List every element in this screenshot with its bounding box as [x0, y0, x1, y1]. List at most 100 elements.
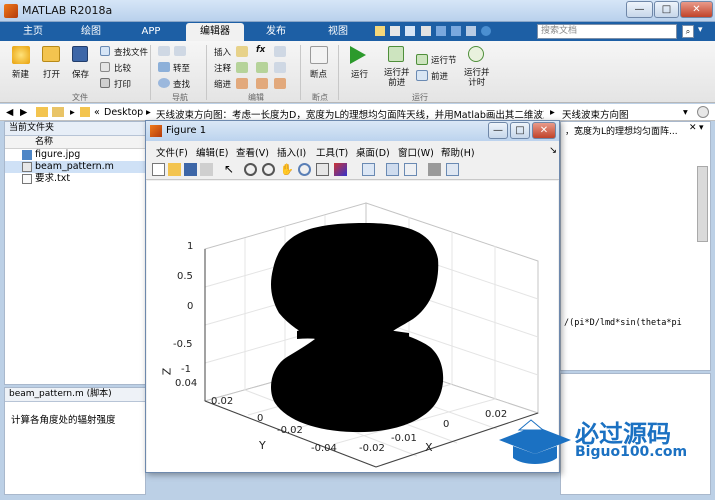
open-button[interactable]: 打开	[43, 68, 60, 80]
open-file-icon[interactable]	[168, 163, 181, 176]
show-plot-tools-icon[interactable]	[446, 163, 459, 176]
address-dropdown-icon[interactable]: ▾	[683, 107, 688, 118]
run-time-icon[interactable]	[468, 46, 484, 62]
quick-paste-icon[interactable]	[420, 26, 431, 36]
close-editor-icon[interactable]: ✕	[689, 123, 699, 135]
new-button[interactable]: 新建	[12, 68, 29, 80]
minimize-toolstrip-icon[interactable]: ▾	[698, 25, 710, 38]
print-icon[interactable]	[100, 78, 110, 88]
tab-plots[interactable]: 绘图	[66, 23, 116, 40]
run-time-button[interactable]: 运行并 计时	[464, 68, 490, 88]
back-nav-icon[interactable]	[158, 46, 170, 56]
save-figure-icon[interactable]	[184, 163, 197, 176]
close-button[interactable]: ✕	[680, 1, 713, 18]
run-advance-button[interactable]: 运行并 前进	[384, 68, 410, 88]
tab-publish[interactable]: 发布	[250, 23, 302, 40]
goto-icon[interactable]	[158, 62, 170, 72]
code-line[interactable]: /(pi*D/lmd*sin(theta*pi	[564, 318, 682, 328]
menu-desktop[interactable]: 桌面(D)	[356, 145, 390, 159]
find-icon[interactable]	[158, 78, 170, 88]
tab-view[interactable]: 视图	[312, 23, 364, 40]
back-arrow-icon[interactable]: ◀	[6, 107, 13, 118]
quick-copy-icon[interactable]	[405, 26, 416, 36]
run-advance-icon[interactable]	[388, 46, 404, 62]
menu-edit[interactable]: 编辑(E)	[196, 145, 228, 159]
figure-close-button[interactable]: ✕	[532, 122, 556, 139]
legend-icon[interactable]	[404, 163, 417, 176]
editor-options-icon[interactable]: ▾	[699, 123, 709, 135]
decrease-indent-icon[interactable]	[274, 78, 286, 89]
hide-plot-tools-icon[interactable]	[428, 163, 441, 176]
browse-folder-icon[interactable]	[52, 107, 64, 117]
save-icon[interactable]	[72, 46, 88, 62]
search-input[interactable]: 搜索文档	[537, 24, 677, 39]
forward-arrow-icon[interactable]: ▶	[20, 107, 27, 118]
run-button[interactable]: 运行	[351, 68, 368, 80]
insert-menu-icon[interactable]	[274, 46, 286, 57]
find-files-icon[interactable]	[100, 46, 110, 56]
new-icon[interactable]	[12, 46, 30, 64]
run-icon[interactable]	[350, 46, 366, 64]
menu-insert[interactable]: 插入(I)	[277, 145, 306, 159]
address-path-2[interactable]: 天线波束方向图	[562, 107, 629, 121]
zoom-out-icon[interactable]	[262, 163, 275, 176]
forward-nav-icon[interactable]	[174, 46, 186, 56]
data-cursor-icon[interactable]	[316, 163, 329, 176]
smart-indent-icon[interactable]	[236, 78, 248, 89]
address-collapse-icon[interactable]: «	[94, 107, 100, 118]
find-button[interactable]: 查找	[173, 78, 190, 90]
rotate-3d-icon[interactable]	[298, 163, 311, 176]
find-files-button[interactable]: 查找文件	[114, 46, 148, 58]
goto-button[interactable]: 转至	[173, 62, 190, 74]
menu-tools[interactable]: 工具(T)	[316, 145, 348, 159]
print-button[interactable]: 打印	[114, 78, 131, 90]
save-button[interactable]: 保存	[72, 68, 89, 80]
address-path-1[interactable]: 天线波束方向图：考虑一长度为D，宽度为L的理想均匀面阵天线，并用Matlab画出…	[156, 107, 544, 121]
menu-file[interactable]: 文件(F)	[156, 145, 188, 159]
wrap-comments-icon[interactable]	[274, 62, 286, 73]
quick-cut-icon[interactable]	[390, 26, 401, 36]
tab-editor[interactable]: 编辑器	[186, 23, 244, 42]
breakpoints-icon[interactable]	[310, 46, 328, 64]
link-plot-icon[interactable]	[362, 163, 375, 176]
menu-view[interactable]: 查看(V)	[236, 145, 269, 159]
file-row[interactable]: 要求.txt	[5, 173, 145, 185]
tab-home[interactable]: 主页	[8, 23, 58, 40]
compare-button[interactable]: 比较	[114, 62, 131, 74]
minimize-button[interactable]: —	[626, 1, 653, 18]
print-figure-icon[interactable]	[200, 163, 213, 176]
menu-help[interactable]: 帮助(H)	[441, 145, 475, 159]
up-folder-icon[interactable]	[36, 107, 48, 117]
colorbar-icon[interactable]	[386, 163, 399, 176]
quick-switch-icon[interactable]	[466, 26, 477, 36]
file-row[interactable]: beam_pattern.m	[5, 161, 145, 173]
address-root[interactable]: Desktop	[104, 107, 143, 118]
pan-hand-icon[interactable]: ✋	[280, 163, 294, 176]
run-section-button[interactable]: 运行节	[431, 54, 457, 66]
quick-save-icon[interactable]	[375, 26, 385, 36]
editor-scrollbar[interactable]	[697, 166, 708, 242]
comment-icon[interactable]	[236, 62, 248, 73]
search-icon[interactable]: ⌕	[682, 25, 694, 38]
quick-undo-icon[interactable]	[435, 26, 446, 36]
tab-apps[interactable]: APP	[126, 23, 176, 40]
help-icon[interactable]	[481, 26, 492, 36]
editor-tab[interactable]: ，宽度为L的理想均匀面阵...	[565, 124, 685, 137]
zoom-in-icon[interactable]	[244, 163, 257, 176]
insert-button[interactable]: 插入	[214, 46, 231, 58]
new-figure-icon[interactable]	[152, 163, 165, 176]
brush-icon[interactable]	[334, 163, 347, 176]
increase-indent-icon[interactable]	[256, 78, 268, 89]
function-fx-icon[interactable]: fx	[256, 45, 265, 55]
advance-button[interactable]: 前进	[431, 70, 448, 82]
indent-button[interactable]: 缩进	[214, 78, 231, 90]
advance-icon[interactable]	[416, 70, 428, 81]
maximize-button[interactable]: □	[654, 1, 679, 18]
select-arrow-icon[interactable]: ↖	[224, 163, 237, 176]
menu-dock-icon[interactable]: ↘	[549, 145, 557, 156]
name-column-header[interactable]: 名称	[5, 136, 145, 149]
menu-window[interactable]: 窗口(W)	[398, 145, 434, 159]
comment-button[interactable]: 注释	[214, 62, 231, 74]
quick-redo-icon[interactable]	[450, 26, 461, 36]
address-search-icon[interactable]	[697, 106, 709, 118]
